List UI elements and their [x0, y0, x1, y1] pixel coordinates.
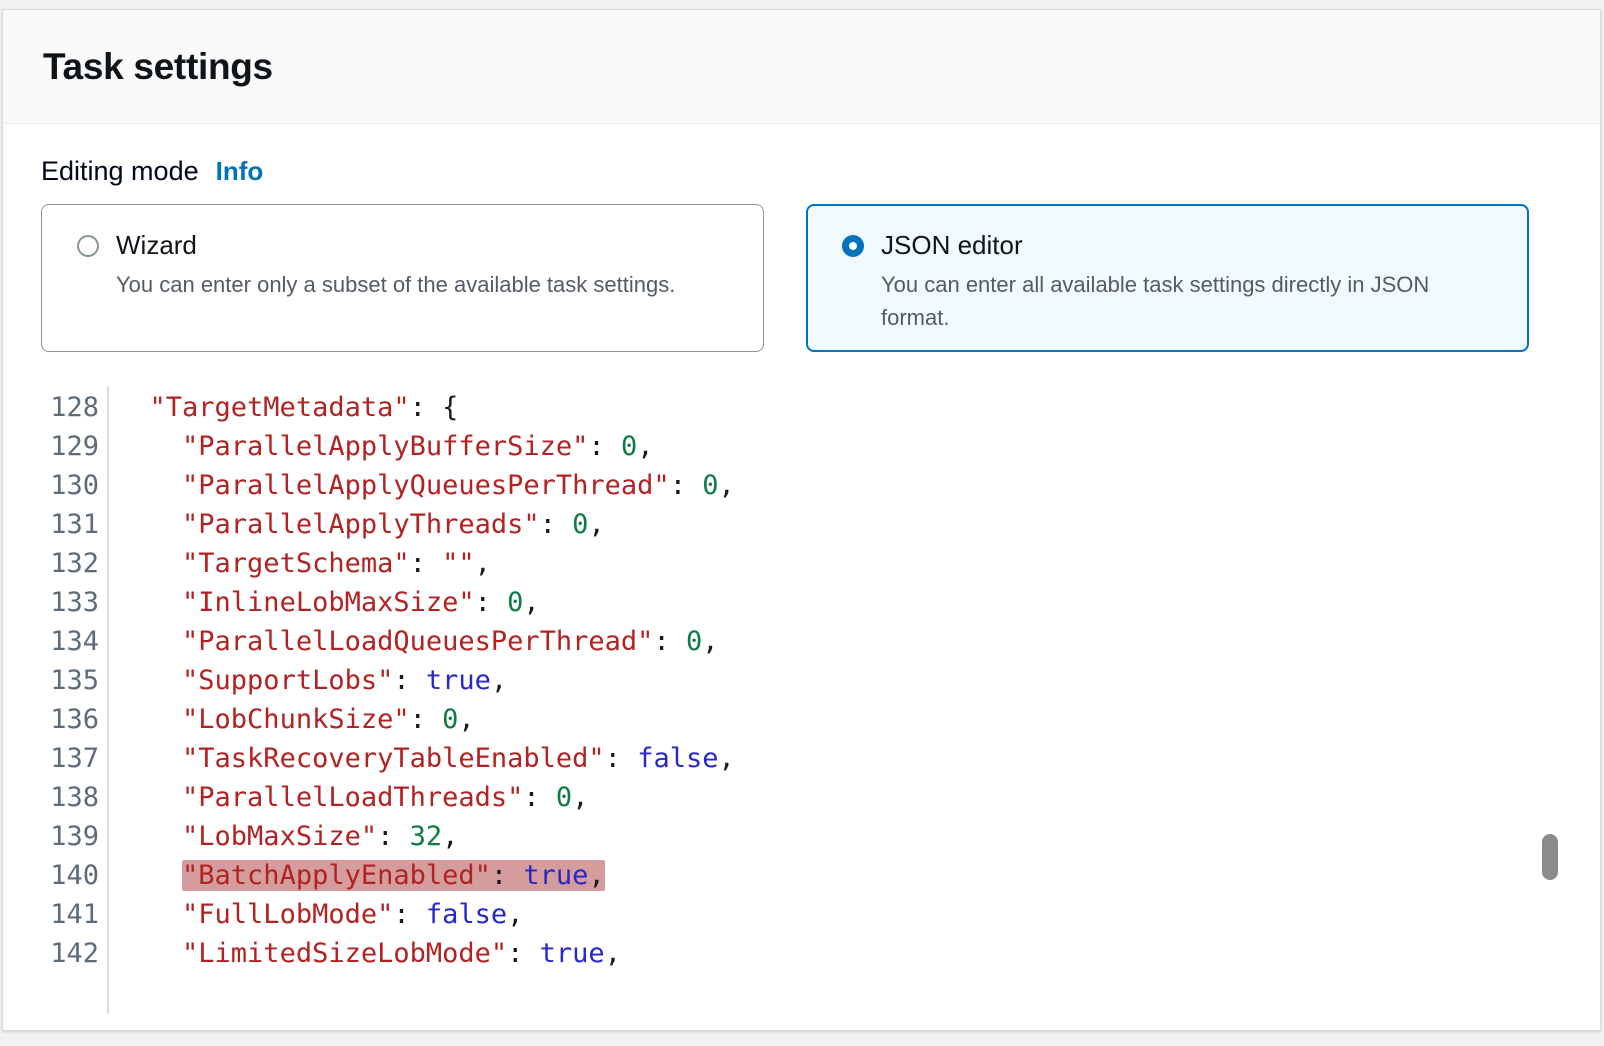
panel-header: Task settings — [3, 10, 1600, 124]
line-number: 139 — [43, 817, 99, 856]
highlighted-code[interactable]: "BatchApplyEnabled": true, — [182, 860, 605, 891]
code-gutter: 1281291301311321331341351361371381391401… — [43, 386, 109, 1014]
radio-json-editor[interactable] — [842, 235, 864, 257]
line-number: 140 — [43, 856, 99, 895]
code-lines[interactable]: "TargetMetadata": { "ParallelApplyBuffer… — [109, 386, 735, 1014]
radio-wizard[interactable] — [77, 235, 99, 257]
line-number: 130 — [43, 466, 99, 505]
line-number: 128 — [43, 388, 99, 427]
editing-mode-row: Editing mode Info — [41, 156, 1562, 187]
option-card-wizard[interactable]: Wizard You can enter only a subset of th… — [41, 204, 764, 352]
line-number: 131 — [43, 505, 99, 544]
info-link[interactable]: Info — [216, 156, 264, 187]
line-number: 135 — [43, 661, 99, 700]
line-number: 134 — [43, 622, 99, 661]
code-line[interactable]: "LobChunkSize": 0, — [117, 700, 735, 739]
task-settings-panel: Task settings Editing mode Info Wizard Y… — [2, 9, 1601, 1031]
option-title: JSON editor — [881, 230, 1023, 261]
code-line[interactable]: "TargetMetadata": { — [117, 388, 735, 427]
code-line[interactable]: "ParallelApplyQueuesPerThread": 0, — [117, 466, 735, 505]
code-line[interactable]: "ParallelLoadQueuesPerThread": 0, — [117, 622, 735, 661]
line-number: 138 — [43, 778, 99, 817]
line-number: 142 — [43, 934, 99, 973]
option-description: You can enter only a subset of the avail… — [116, 268, 728, 301]
option-card-json-editor[interactable]: JSON editor You can enter all available … — [806, 204, 1529, 352]
line-number: 129 — [43, 427, 99, 466]
code-line[interactable]: "ParallelApplyThreads": 0, — [117, 505, 735, 544]
option-head: Wizard — [77, 230, 728, 261]
line-number: 137 — [43, 739, 99, 778]
code-line[interactable]: "LimitedSizeLobMode": true, — [117, 934, 735, 973]
option-description-line: You can enter all available task setting… — [881, 268, 1493, 301]
line-number: 133 — [43, 583, 99, 622]
option-title: Wizard — [116, 230, 197, 261]
code-line[interactable]: "ParallelApplyBufferSize": 0, — [117, 427, 735, 466]
option-description: You can enter all available task setting… — [881, 268, 1493, 334]
code-line[interactable]: "TargetSchema": "", — [117, 544, 735, 583]
line-number: 141 — [43, 895, 99, 934]
code-line[interactable]: "SupportLobs": true, — [117, 661, 735, 700]
page-title: Task settings — [43, 46, 273, 88]
code-line[interactable]: "BatchApplyEnabled": true, — [117, 856, 735, 895]
code-line[interactable]: "LobMaxSize": 32, — [117, 817, 735, 856]
option-head: JSON editor — [842, 230, 1493, 261]
code-line[interactable]: "TaskRecoveryTableEnabled": false, — [117, 739, 735, 778]
editing-mode-options: Wizard You can enter only a subset of th… — [41, 204, 1562, 352]
line-number: 136 — [43, 700, 99, 739]
editing-mode-label: Editing mode — [41, 156, 199, 187]
code-line[interactable]: "FullLobMode": false, — [117, 895, 735, 934]
option-description-line: You can enter only a subset of the avail… — [116, 268, 728, 301]
code-line[interactable]: "ParallelLoadThreads": 0, — [117, 778, 735, 817]
code-line[interactable]: "InlineLobMaxSize": 0, — [117, 583, 735, 622]
scrollbar-thumb[interactable] — [1542, 834, 1558, 880]
option-description-line: format. — [881, 301, 1493, 334]
panel-body: Editing mode Info Wizard You can enter o… — [3, 124, 1600, 1014]
line-number: 132 — [43, 544, 99, 583]
json-code-editor[interactable]: 1281291301311321331341351361371381391401… — [43, 386, 1562, 1014]
